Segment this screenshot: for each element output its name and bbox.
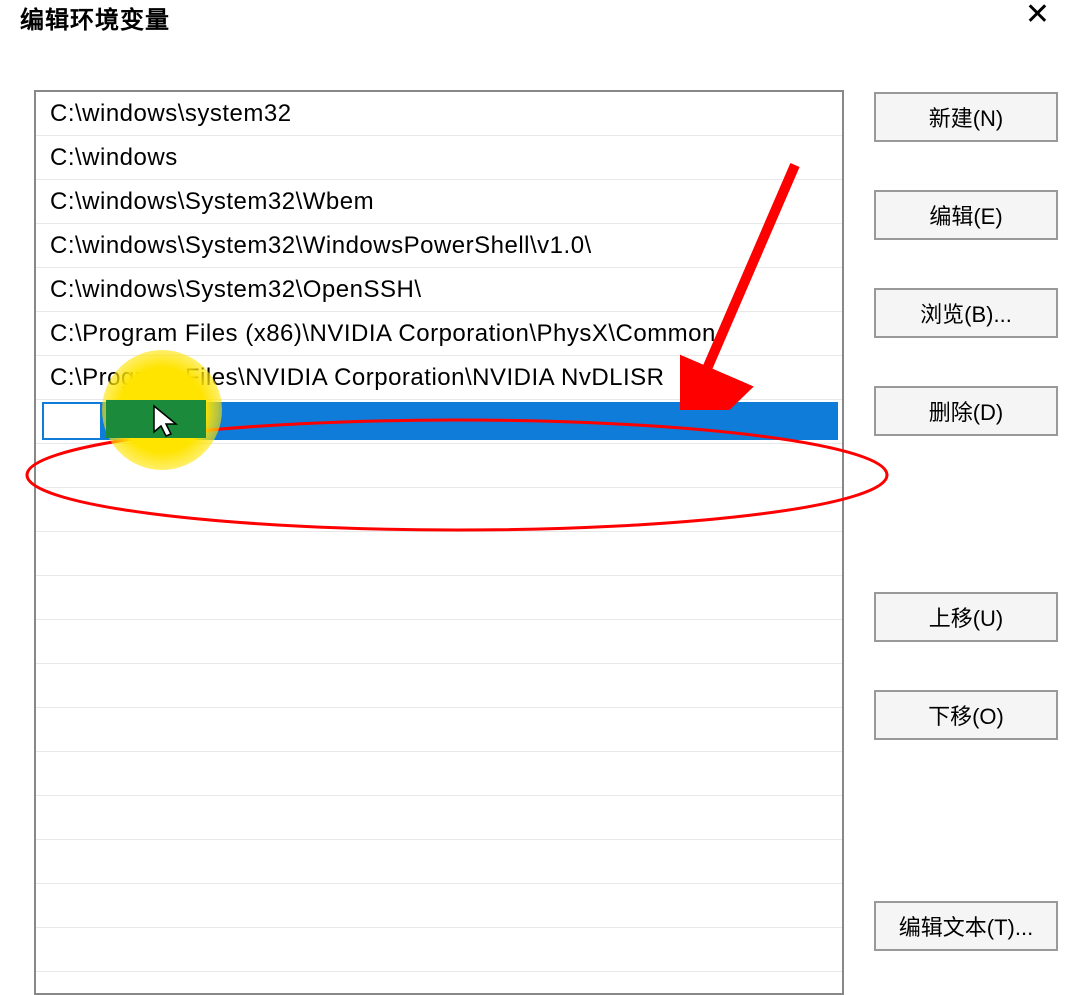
content-area: C:\windows\system32 C:\windows C:\window… (0, 40, 1080, 995)
list-item[interactable]: C:\windows (36, 136, 842, 180)
edit-input[interactable] (42, 402, 102, 440)
move-up-button[interactable]: 上移(U) (874, 592, 1058, 642)
editing-row[interactable] (42, 402, 838, 440)
list-item[interactable]: C:\Program Files (x86)\NVIDIA Corporatio… (36, 312, 842, 356)
list-item[interactable]: C:\Program Files\NVIDIA Corporation\NVID… (36, 356, 842, 400)
browse-button[interactable]: 浏览(B)... (874, 288, 1058, 338)
new-button[interactable]: 新建(N) (874, 92, 1058, 142)
title-bar: 编辑环境变量 ✕ (0, 0, 1080, 40)
edit-text-button[interactable]: 编辑文本(T)... (874, 901, 1058, 951)
button-spacer (874, 484, 1058, 544)
delete-button[interactable]: 删除(D) (874, 386, 1058, 436)
window-title: 编辑环境变量 (20, 0, 170, 35)
button-column: 新建(N) 编辑(E) 浏览(B)... 删除(D) 上移(U) 下移(O) 编… (874, 90, 1058, 995)
list-item[interactable]: C:\windows\System32\Wbem (36, 180, 842, 224)
path-listbox[interactable]: C:\windows\system32 C:\windows C:\window… (34, 90, 844, 995)
list-item[interactable]: C:\windows\System32\WindowsPowerShell\v1… (36, 224, 842, 268)
close-icon[interactable]: ✕ (1015, 0, 1060, 30)
move-down-button[interactable]: 下移(O) (874, 690, 1058, 740)
list-item[interactable]: C:\windows\System32\OpenSSH\ (36, 268, 842, 312)
button-spacer (874, 788, 1058, 853)
list-item[interactable]: C:\windows\system32 (36, 92, 842, 136)
edit-button[interactable]: 编辑(E) (874, 190, 1058, 240)
